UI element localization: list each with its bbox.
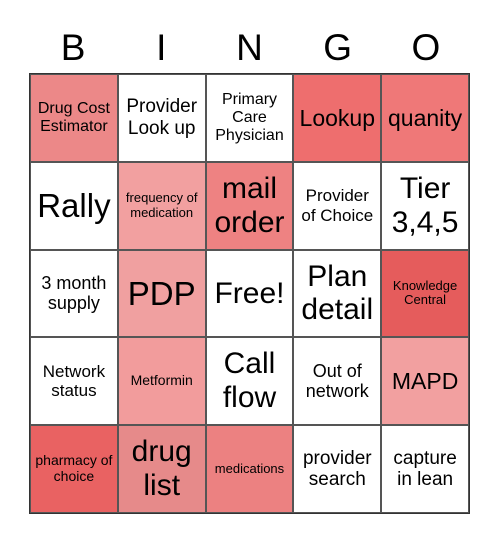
- bingo-cell-text: frequency of medication: [125, 190, 198, 220]
- bingo-cell-text: MAPD: [391, 368, 459, 395]
- bingo-cell-text: quanity: [388, 104, 463, 131]
- bingo-cell-text: Free!: [214, 276, 285, 310]
- bingo-cell-text: mail order: [214, 171, 285, 239]
- bingo-cell-text: 3 month supply: [41, 273, 107, 314]
- bingo-cell[interactable]: pharmacy of choice: [30, 425, 118, 513]
- bingo-cell[interactable]: Free!: [205, 249, 294, 338]
- bingo-cell[interactable]: Network status: [30, 337, 118, 426]
- bingo-cell[interactable]: Primary Care Physician: [205, 74, 294, 162]
- bingo-cell[interactable]: medications: [205, 425, 294, 513]
- bingo-cell[interactable]: Lookup: [293, 74, 382, 162]
- bingo-cell[interactable]: Call flow: [205, 337, 294, 426]
- bingo-cell-text: Provider of Choice: [301, 186, 374, 225]
- bingo-cell[interactable]: drug list: [117, 425, 206, 513]
- bingo-cell-text: Lookup: [299, 104, 376, 131]
- bingo-cell-text: Tier 3,4,5: [391, 171, 459, 239]
- bingo-cell-text: Provider Look up: [126, 96, 198, 139]
- bingo-cell-text: Metformin: [130, 372, 193, 389]
- bingo-cell[interactable]: provider search: [293, 425, 382, 513]
- bingo-cell[interactable]: Rally: [30, 161, 118, 250]
- bingo-cell-text: Out of network: [305, 360, 369, 402]
- bingo-cell[interactable]: Drug Cost Estimator: [30, 74, 118, 162]
- bingo-cell[interactable]: quanity: [381, 74, 469, 162]
- bingo-cell[interactable]: Knowledge Central: [381, 249, 469, 338]
- header-letter-o: O: [411, 27, 441, 68]
- bingo-cell[interactable]: Provider Look up: [117, 74, 206, 162]
- bingo-cell[interactable]: 3 month supply: [30, 249, 118, 338]
- header-letter-n: N: [236, 27, 263, 68]
- bingo-cell-text: capture in lean: [393, 447, 457, 491]
- header-letter-b: B: [60, 27, 86, 68]
- bingo-cell[interactable]: mail order: [205, 161, 294, 250]
- bingo-cell[interactable]: Provider of Choice: [293, 161, 382, 250]
- header-letter-g: G: [323, 27, 353, 68]
- bingo-cell-text: Network status: [42, 362, 106, 401]
- bingo-cell-text: Primary Care Physician: [215, 90, 284, 144]
- bingo-cell[interactable]: Metformin: [117, 337, 206, 426]
- bingo-cell-text: PDP: [127, 274, 196, 312]
- bingo-cell[interactable]: MAPD: [381, 337, 469, 426]
- bingo-cell[interactable]: capture in lean: [381, 425, 469, 513]
- bingo-cell[interactable]: Tier 3,4,5: [381, 161, 469, 250]
- bingo-cell-text: Drug Cost Estimator: [37, 99, 110, 135]
- bingo-cell[interactable]: Out of network: [293, 337, 382, 426]
- bingo-cell[interactable]: PDP: [117, 249, 206, 338]
- bingo-cell-text: Plan detail: [301, 259, 374, 327]
- bingo-cell-text: Rally: [37, 187, 111, 225]
- bingo-cell-text: provider search: [302, 447, 372, 491]
- bingo-header: B I N G O: [29, 26, 470, 70]
- bingo-cell-text: Knowledge Central: [392, 277, 458, 308]
- bingo-cell-text: drug list: [131, 435, 192, 503]
- bingo-cell-text: Call flow: [222, 347, 277, 415]
- bingo-cell-text: medications: [214, 460, 285, 476]
- bingo-cell-text: pharmacy of choice: [35, 452, 113, 485]
- bingo-card-grid: Drug Cost Estimator Provider Look up Prima…: [29, 73, 470, 514]
- bingo-cell[interactable]: frequency of medication: [117, 161, 206, 250]
- bingo-cell[interactable]: Plan detail: [293, 249, 382, 338]
- header-letter-i: I: [156, 27, 167, 68]
